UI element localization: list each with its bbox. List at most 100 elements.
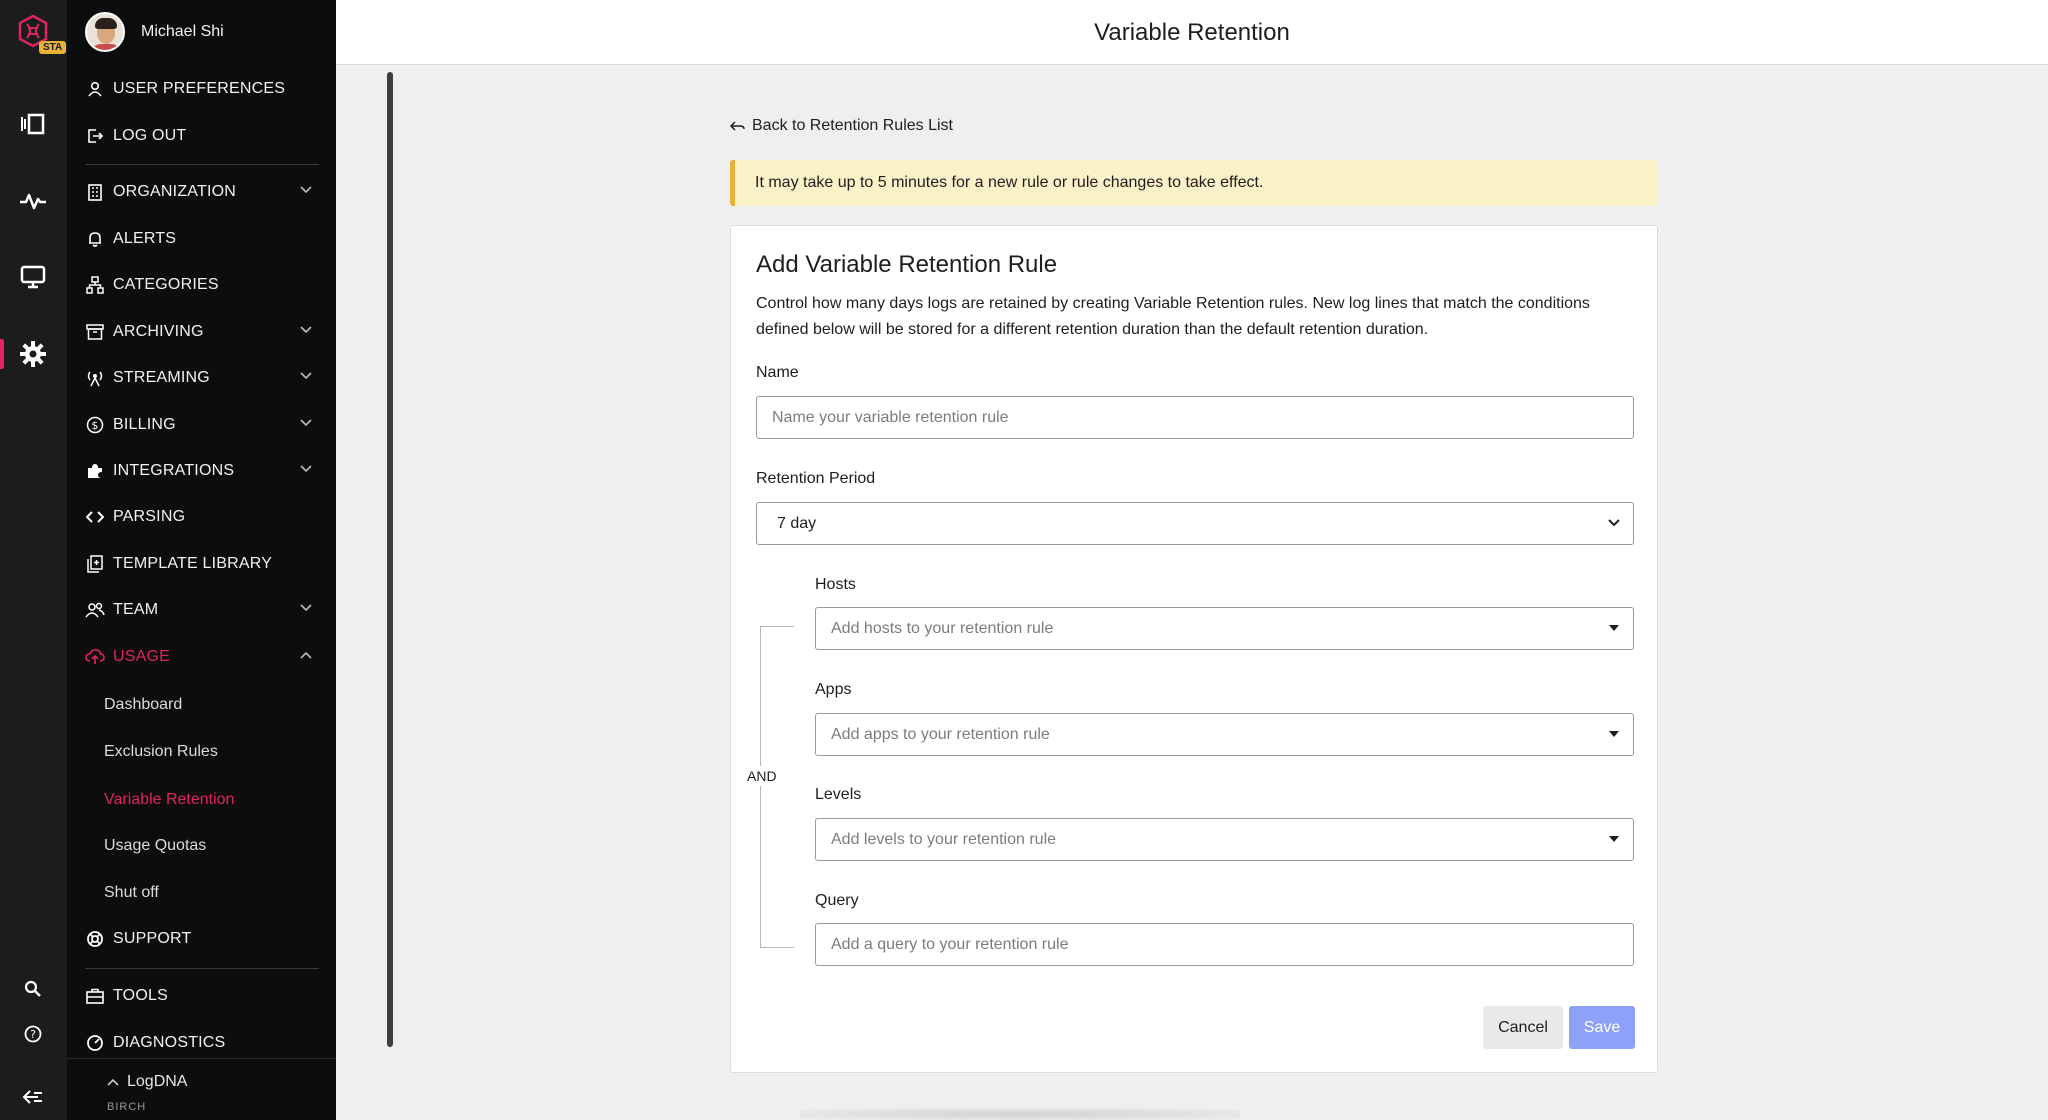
nav-divider	[85, 968, 319, 969]
settings-nav: Michael Shi USER PREFERENCES LOG OUT ORG…	[67, 0, 393, 1120]
nav-tools[interactable]: TOOLS	[85, 979, 319, 1013]
nav-integrations[interactable]: INTEGRATIONS	[85, 454, 319, 488]
back-link-label: Back to Retention Rules List	[752, 117, 953, 134]
nav-alerts[interactable]: ALERTS	[85, 222, 319, 256]
person-icon	[85, 79, 105, 99]
user-name: Michael Shi	[141, 23, 224, 40]
nav-log-out[interactable]: LOG OUT	[85, 119, 319, 153]
name-input[interactable]	[756, 396, 1634, 439]
archive-icon	[85, 322, 105, 342]
chevron-down-icon	[300, 419, 312, 427]
query-label: Query	[815, 892, 859, 909]
nav-label: SUPPORT	[113, 930, 192, 947]
nav-scrollbar[interactable]	[387, 72, 393, 1047]
levels-combobox[interactable]: Add levels to your retention rule	[815, 818, 1634, 861]
org-switcher[interactable]: LogDNA BIRCH	[67, 1058, 336, 1120]
views-icon[interactable]	[18, 109, 48, 139]
hierarchy-icon	[85, 275, 105, 295]
nav-label: STREAMING	[113, 369, 210, 386]
logout-icon	[85, 126, 105, 146]
code-icon	[85, 507, 105, 527]
team-icon	[85, 600, 105, 620]
chevron-down-icon	[300, 465, 312, 473]
nav-label: DIAGNOSTICS	[113, 1034, 226, 1051]
dollar-icon: $	[85, 415, 105, 435]
nav-label: USER PREFERENCES	[113, 80, 286, 97]
org-plan: BIRCH	[107, 1101, 147, 1113]
nav-billing[interactable]: $ BILLING	[85, 408, 319, 442]
and-bracket	[760, 626, 794, 948]
page-header: Variable Retention	[336, 0, 2048, 65]
cancel-button[interactable]: Cancel	[1483, 1006, 1563, 1049]
org-name: LogDNA	[127, 1073, 188, 1090]
nav-team[interactable]: TEAM	[85, 593, 319, 627]
cloud-upload-icon	[85, 647, 105, 667]
nav-label: BILLING	[113, 416, 176, 433]
info-notice: It may take up to 5 minutes for a new ru…	[730, 160, 1658, 206]
hosts-label: Hosts	[815, 576, 856, 593]
retention-period-label: Retention Period	[756, 470, 876, 487]
hosts-combobox[interactable]: Add hosts to your retention rule	[815, 607, 1634, 650]
nav-user-preferences[interactable]: USER PREFERENCES	[85, 72, 319, 106]
nav-template-library[interactable]: TEMPLATE LIBRARY	[85, 547, 319, 581]
nav-sub-usage-quotas[interactable]: Usage Quotas	[104, 831, 206, 861]
chevron-down-icon	[300, 372, 312, 380]
nav-sub-exclusion-rules[interactable]: Exclusion Rules	[104, 737, 218, 767]
nav-parsing[interactable]: PARSING	[85, 500, 319, 534]
bell-icon	[85, 229, 105, 249]
user-profile[interactable]: Michael Shi	[85, 12, 224, 52]
collapse-icon[interactable]	[18, 1082, 48, 1112]
chevron-down-icon	[300, 604, 312, 612]
nav-archiving[interactable]: ARCHIVING	[85, 315, 319, 349]
nav-organization[interactable]: ORGANIZATION	[85, 175, 319, 209]
form-title: Add Variable Retention Rule	[756, 251, 1058, 278]
search-icon[interactable]	[18, 974, 48, 1004]
svg-text:?: ?	[30, 1028, 36, 1041]
avatar	[85, 12, 125, 52]
nav-support[interactable]: SUPPORT	[85, 922, 319, 956]
nav-label: TEAM	[113, 601, 159, 618]
org-name-row: LogDNA	[107, 1073, 187, 1091]
chevron-down-icon	[1608, 519, 1620, 527]
nav-label: LOG OUT	[113, 127, 187, 144]
apps-label: Apps	[815, 681, 852, 698]
apps-combobox[interactable]: Add apps to your retention rule	[815, 713, 1634, 756]
gauge-icon	[85, 1033, 105, 1053]
nav-sub-dashboard[interactable]: Dashboard	[104, 690, 182, 720]
app-rail: STA ?	[0, 0, 67, 1120]
save-button[interactable]: Save	[1569, 1006, 1635, 1049]
nav-streaming[interactable]: STREAMING	[85, 361, 319, 395]
nav-label: CATEGORIES	[113, 276, 219, 293]
page-shadow	[800, 1108, 1240, 1120]
template-icon	[85, 554, 105, 574]
pulse-icon[interactable]	[18, 186, 48, 216]
query-input[interactable]	[815, 923, 1634, 966]
gear-icon[interactable]	[18, 339, 48, 369]
retention-period-value: 7 day	[777, 515, 817, 532]
retention-period-select[interactable]: 7 day	[756, 502, 1634, 545]
chevron-down-icon	[300, 186, 312, 194]
caret-down-icon	[1609, 836, 1619, 842]
nav-label: ORGANIZATION	[113, 183, 236, 200]
nav-label: ALERTS	[113, 230, 177, 247]
back-link[interactable]: Back to Retention Rules List	[730, 117, 953, 135]
caret-down-icon	[1609, 731, 1619, 737]
lifebuoy-icon	[85, 929, 105, 949]
retention-rule-form: Add Variable Retention Rule Control how …	[730, 225, 1658, 1073]
nav-sub-variable-retention[interactable]: Variable Retention	[104, 785, 234, 815]
monitor-icon[interactable]	[18, 262, 48, 292]
chevron-up-icon	[300, 651, 312, 659]
svg-text:$: $	[91, 419, 98, 432]
puzzle-icon	[85, 461, 105, 481]
levels-label: Levels	[815, 786, 862, 803]
caret-down-icon	[1609, 625, 1619, 631]
nav-divider	[85, 164, 319, 165]
building-icon	[85, 182, 105, 202]
nav-sub-shut-off[interactable]: Shut off	[104, 878, 159, 908]
and-label: AND	[745, 766, 779, 786]
page-title: Variable Retention	[1094, 19, 1290, 46]
nav-categories[interactable]: CATEGORIES	[85, 268, 319, 302]
nav-diagnostics[interactable]: DIAGNOSTICS	[85, 1026, 319, 1060]
nav-usage[interactable]: USAGE	[85, 640, 319, 674]
help-icon[interactable]: ?	[18, 1019, 48, 1049]
